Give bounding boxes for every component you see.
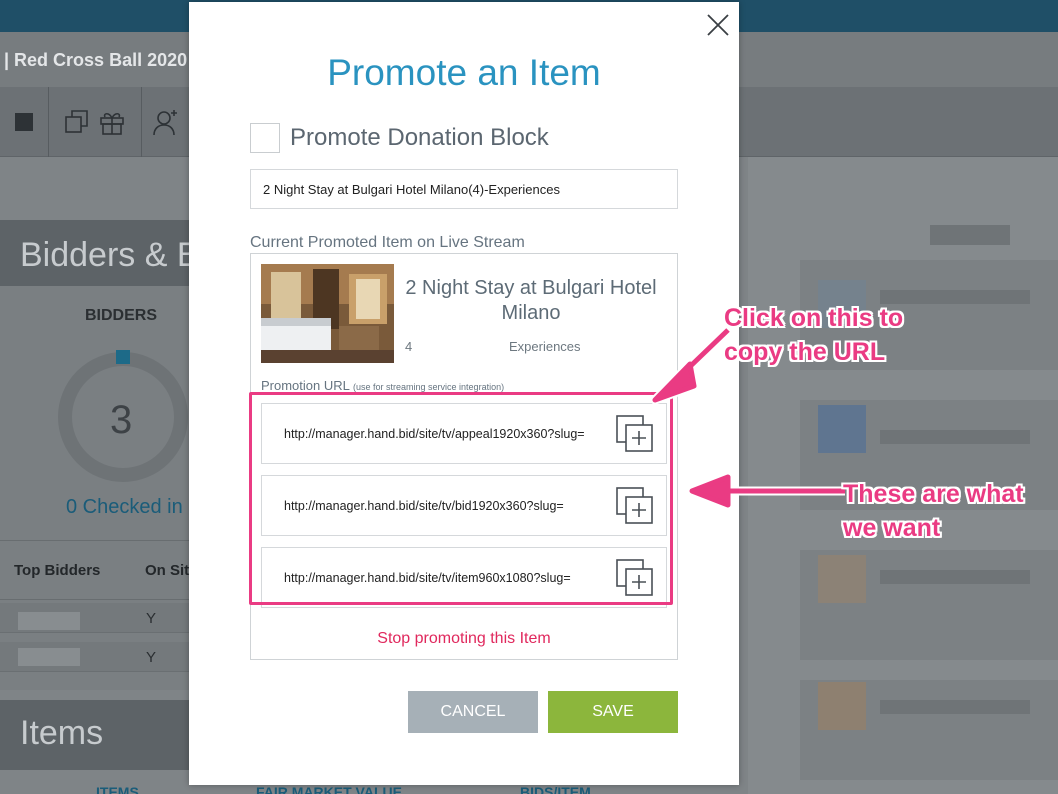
promote-donation-label: Promote Donation Block bbox=[290, 124, 549, 151]
items-panel-title: Items bbox=[20, 714, 104, 752]
blurred-thumb bbox=[818, 405, 866, 453]
event-title: | Red Cross Ball 2020 bbox=[4, 50, 188, 70]
gift-icon bbox=[100, 112, 124, 135]
promotion-url-title: Promotion URL bbox=[261, 378, 350, 393]
bidders-panel-title: Bidders & B bbox=[20, 236, 200, 274]
blurred-name bbox=[18, 612, 80, 630]
blurred-text bbox=[880, 570, 1030, 584]
hotel-room-image bbox=[261, 264, 394, 363]
promoted-item-name: 2 Night Stay at Bulgari Hotel Milano bbox=[405, 277, 657, 324]
blurred-text bbox=[880, 430, 1030, 444]
checked-in-link[interactable]: 0 Checked in bbox=[66, 496, 183, 519]
bidders-label: BIDDERS bbox=[85, 307, 158, 324]
blurred-name bbox=[18, 648, 80, 666]
add-user-tool-button[interactable] bbox=[142, 87, 190, 157]
current-promoted-label: Current Promoted Item on Live Stream bbox=[250, 234, 525, 251]
square-icon bbox=[15, 113, 33, 131]
blurred-thumb bbox=[818, 682, 866, 730]
promotion-url-label: Promotion URL (use for streaming service… bbox=[261, 378, 504, 393]
promotion-url-hint: (use for streaming service integration) bbox=[353, 382, 505, 392]
annotation-want-note: These are what we want bbox=[843, 477, 1024, 545]
bidders-count: 3 bbox=[110, 398, 133, 442]
add-user-icon bbox=[153, 110, 177, 136]
fmv-column-label: FAIR MARKET VALUE bbox=[256, 784, 402, 794]
copy-gift-tool-button[interactable] bbox=[49, 87, 142, 157]
annotation-want-line2: we want bbox=[843, 514, 941, 542]
duplicate-icon bbox=[65, 110, 88, 133]
column-on-site: On Sit bbox=[145, 562, 190, 579]
close-icon[interactable] bbox=[705, 12, 731, 38]
annotation-copy-line2: copy the URL bbox=[724, 338, 886, 366]
annotation-copy-line1: Click on this to bbox=[724, 304, 904, 332]
bids-column-label: BIDS/ITEM bbox=[520, 784, 591, 794]
save-button[interactable]: SAVE bbox=[548, 691, 678, 733]
item-thumbnail bbox=[261, 264, 394, 363]
promote-donation-checkbox[interactable] bbox=[250, 123, 280, 153]
donut-marker bbox=[116, 350, 130, 364]
blurred-thumb bbox=[818, 555, 866, 603]
blurred-text bbox=[930, 225, 1010, 245]
stop-tool-button[interactable] bbox=[0, 87, 49, 157]
annotation-highlight-box bbox=[249, 392, 673, 605]
items-column-label: ITEMS bbox=[96, 784, 139, 794]
item-select[interactable]: 2 Night Stay at Bulgari Hotel Milano(4)-… bbox=[250, 169, 678, 209]
annotation-want-line1: These are what bbox=[843, 480, 1024, 508]
promoted-item-quantity: 4 bbox=[405, 339, 413, 354]
column-top-bidders: Top Bidders bbox=[14, 562, 101, 579]
stop-promoting-link[interactable]: Stop promoting this Item bbox=[250, 630, 678, 648]
cancel-button[interactable]: CANCEL bbox=[408, 691, 538, 733]
promoted-item-category: Experiences bbox=[509, 339, 581, 354]
annotation-copy-note: Click on this to copy the URL bbox=[724, 301, 903, 369]
modal-title: Promote an Item bbox=[327, 52, 601, 93]
blurred-text bbox=[880, 700, 1030, 714]
onsite-value: Y bbox=[146, 649, 157, 666]
onsite-value: Y bbox=[146, 610, 157, 627]
